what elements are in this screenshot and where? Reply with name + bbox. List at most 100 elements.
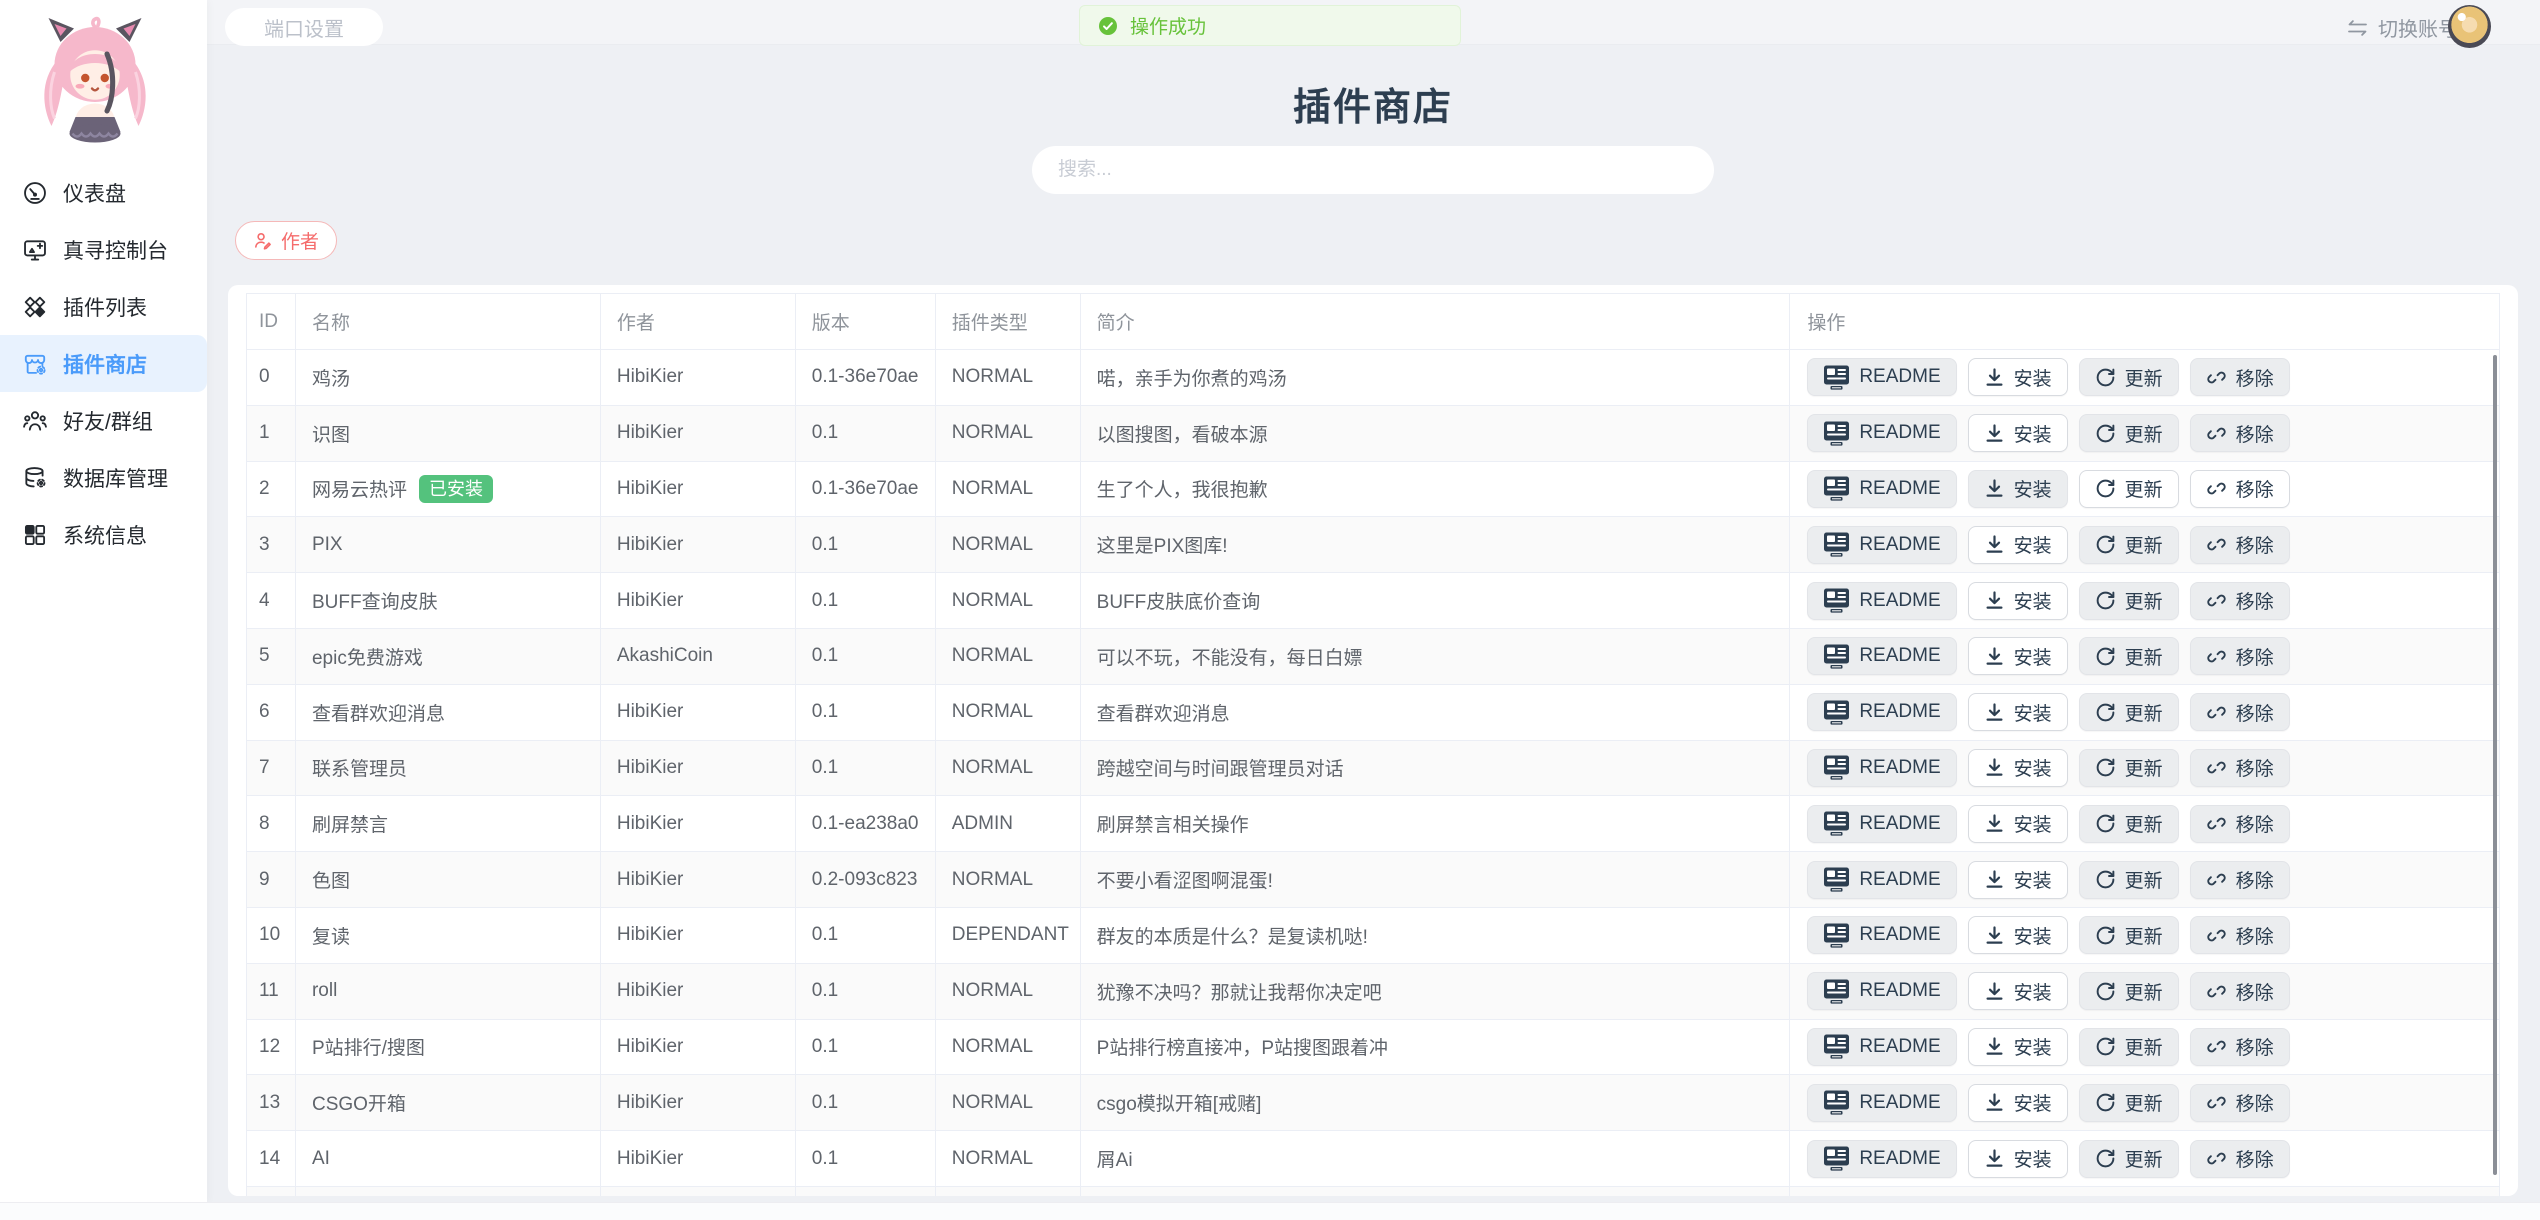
readme-button[interactable]: README [1807, 749, 1956, 787]
remove-button[interactable]: 移除 [2190, 414, 2290, 452]
install-button[interactable]: 安装 [1968, 1140, 2068, 1178]
remove-button[interactable]: 移除 [2190, 1140, 2290, 1178]
readme-button[interactable]: README [1807, 1084, 1956, 1122]
install-button[interactable]: 安装 [1968, 637, 2068, 675]
update-button[interactable]: 更新 [2079, 916, 2179, 954]
install-button[interactable]: 安装 [1968, 972, 2068, 1010]
install-button[interactable]: 安装 [1968, 526, 2068, 564]
remove-button[interactable]: 移除 [2190, 526, 2290, 564]
app-logo [20, 12, 170, 162]
cell-version: 0.1 [796, 517, 936, 572]
search-input[interactable] [1032, 146, 1714, 194]
readme-button[interactable]: README [1807, 805, 1956, 843]
cell-version: 0.1 [796, 1075, 936, 1130]
update-button[interactable]: 更新 [2079, 972, 2179, 1010]
sidebar-item-plugin-list[interactable]: 插件列表 [0, 278, 207, 335]
sidebar-item-dashboard[interactable]: 仪表盘 [0, 164, 207, 221]
refresh-icon [2095, 813, 2116, 834]
update-button[interactable]: 更新 [2079, 749, 2179, 787]
remove-button[interactable]: 移除 [2190, 470, 2290, 508]
table-row: 13CSGO开箱HibiKier0.1NORMALcsgo模拟开箱[戒赌]REA… [246, 1075, 2500, 1131]
install-button[interactable]: 安装 [1968, 916, 2068, 954]
update-button[interactable]: 更新 [2079, 470, 2179, 508]
cell-id: 1 [247, 406, 296, 461]
readme-button[interactable]: README [1807, 414, 1956, 452]
refresh-icon [2095, 702, 2116, 723]
readme-button[interactable]: README [1807, 861, 1956, 899]
cell-author: HibiKier [601, 406, 796, 461]
cell-type: NORMAL [936, 1075, 1081, 1130]
readme-button[interactable]: README [1807, 526, 1956, 564]
sidebar-item-database[interactable]: 数据库管理 [0, 449, 207, 506]
update-button[interactable]: 更新 [2079, 582, 2179, 620]
readme-button[interactable]: README [1807, 972, 1956, 1010]
cell-actions: README 安装 更新移除 [1790, 964, 2500, 1019]
sidebar-item-friends-groups[interactable]: 好友/群组 [0, 392, 207, 449]
readme-button[interactable]: README [1807, 916, 1956, 954]
button-label: 安装 [2014, 1089, 2052, 1116]
install-button[interactable]: 安装 [1968, 861, 2068, 899]
remove-button[interactable]: 移除 [2190, 637, 2290, 675]
remove-button[interactable]: 移除 [2190, 582, 2290, 620]
sidebar-item-plugin-store[interactable]: 插件商店 [0, 335, 207, 392]
remove-button[interactable]: 移除 [2190, 749, 2290, 787]
update-button[interactable]: 更新 [2079, 358, 2179, 396]
remove-button[interactable]: 移除 [2190, 693, 2290, 731]
update-button[interactable]: 更新 [2079, 1140, 2179, 1178]
readme-button[interactable]: README [1807, 470, 1956, 508]
vertical-scrollbar-thumb[interactable] [2493, 355, 2497, 1175]
cell-description: 可以不玩，不能没有，每日白嫖 [1081, 629, 1791, 684]
sidebar-item-console[interactable]: 真寻控制台 [0, 221, 207, 278]
horizontal-scrollbar-track[interactable] [0, 1202, 2540, 1220]
remove-button[interactable]: 移除 [2190, 358, 2290, 396]
button-label: 安装 [2014, 1033, 2052, 1060]
remove-button[interactable]: 移除 [2190, 1028, 2290, 1066]
install-button[interactable]: 安装 [1968, 470, 2068, 508]
install-button[interactable]: 安装 [1968, 1084, 2068, 1122]
update-button[interactable]: 更新 [2079, 526, 2179, 564]
install-button[interactable]: 安装 [1968, 749, 2068, 787]
update-button[interactable]: 更新 [2079, 1028, 2179, 1066]
readme-button[interactable]: README [1807, 1140, 1956, 1178]
readme-button[interactable]: README [1807, 693, 1956, 731]
readme-button[interactable]: README [1807, 358, 1956, 396]
author-filter-button[interactable]: 作者 [235, 221, 337, 260]
update-button[interactable]: 更新 [2079, 1084, 2179, 1122]
button-label: README [1859, 924, 1940, 946]
remove-button[interactable]: 移除 [2190, 1084, 2290, 1122]
author-filter-label: 作者 [281, 227, 319, 254]
readme-button[interactable]: README [1807, 1028, 1956, 1066]
update-button[interactable]: 更新 [2079, 637, 2179, 675]
cell-author: HibiKier [601, 852, 796, 907]
update-button[interactable]: 更新 [2079, 805, 2179, 843]
readme-button[interactable]: README [1807, 582, 1956, 620]
install-button[interactable]: 安装 [1968, 582, 2068, 620]
sidebar-item-system-info[interactable]: 系统信息 [0, 506, 207, 563]
download-icon [1984, 813, 2005, 834]
download-icon [1984, 478, 2005, 499]
update-button[interactable]: 更新 [2079, 693, 2179, 731]
install-button[interactable]: 安装 [1968, 1028, 2068, 1066]
remove-button[interactable]: 移除 [2190, 861, 2290, 899]
column-header: 简介 [1081, 294, 1791, 349]
remove-button[interactable]: 移除 [2190, 916, 2290, 954]
toast-message: 操作成功 [1130, 12, 1206, 39]
update-button[interactable]: 更新 [2079, 414, 2179, 452]
cell-description: 以图搜图，看破本源 [1081, 406, 1791, 461]
install-button[interactable]: 安装 [1968, 414, 2068, 452]
readme-button[interactable]: README [1807, 637, 1956, 675]
install-button[interactable]: 安装 [1968, 358, 2068, 396]
port-settings-button[interactable]: 端口设置 [225, 8, 383, 46]
install-button[interactable]: 安装 [1968, 693, 2068, 731]
install-button[interactable]: 安装 [1968, 805, 2068, 843]
refresh-icon [2095, 757, 2116, 778]
update-button[interactable]: 更新 [2079, 861, 2179, 899]
button-label: 更新 [2125, 978, 2163, 1005]
plugin-name: 联系管理员 [312, 754, 407, 781]
user-avatar[interactable] [2448, 5, 2491, 48]
button-label: README [1859, 534, 1940, 556]
remove-button[interactable]: 移除 [2190, 972, 2290, 1010]
remove-button[interactable]: 移除 [2190, 805, 2290, 843]
button-label: 安装 [2014, 475, 2052, 502]
switch-account-button[interactable]: 切换账号 [2346, 13, 2458, 42]
